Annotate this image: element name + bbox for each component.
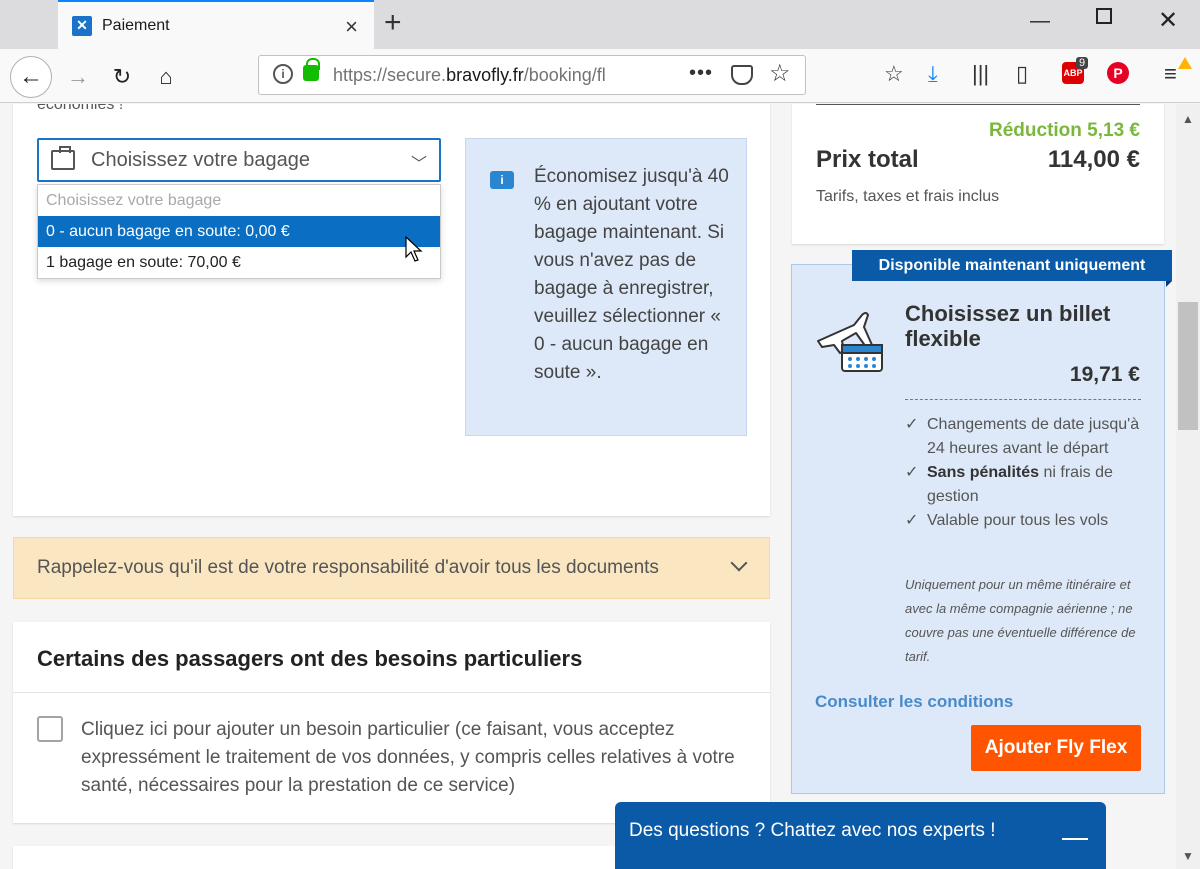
scroll-up-icon[interactable]: ▲ <box>1182 112 1194 126</box>
conditions-link[interactable]: Consulter les conditions <box>815 692 1013 712</box>
fly-flex-price: 19,71 € <box>1069 363 1140 386</box>
fly-flex-disclaimer: Uniquement pour un même itinéraire et av… <box>905 577 1136 664</box>
banner-fold <box>1166 281 1172 287</box>
total-note: Tarifs, taxes et frais inclus <box>816 188 1000 205</box>
hamburger-menu-icon[interactable]: ≡ <box>1164 61 1177 87</box>
page-scrollbar[interactable]: ▲ ▼ <box>1176 104 1200 869</box>
feature-item: ✓ Changements de date jusqu'à 24 heures a… <box>905 413 1145 461</box>
baggage-option[interactable]: 0 - aucun bagage en soute: 0,00 € <box>38 216 440 247</box>
tab-paiement[interactable]: ✕ Paiement × <box>58 0 374 49</box>
divider <box>905 399 1141 400</box>
home-icon[interactable]: ⌂ <box>148 59 184 95</box>
close-window-icon[interactable]: ✕ <box>1158 6 1178 35</box>
divider <box>816 104 1140 105</box>
add-fly-flex-button[interactable]: Ajouter Fly Flex <box>971 725 1141 771</box>
divider <box>13 692 770 693</box>
minimize-icon[interactable]: — <box>1030 10 1050 33</box>
tab-bar: ✕ Paiement × + — ✕ <box>0 0 1200 49</box>
url-bar[interactable]: i https://secure.bravofly.fr/booking/fl … <box>258 55 806 95</box>
mouse-cursor-icon <box>405 236 423 262</box>
update-warning-icon <box>1178 57 1192 69</box>
page-content: économies ! Choisissez votre bagage ﹀ Ch… <box>0 104 1176 869</box>
back-icon[interactable]: ← <box>10 56 52 98</box>
checkmark-icon: ✓ <box>905 464 919 481</box>
bookmarks-menu-icon[interactable]: ☆ <box>884 61 904 87</box>
pinterest-icon[interactable]: P <box>1107 62 1129 84</box>
tab-title: Paiement <box>102 16 170 34</box>
site-info-icon[interactable]: i <box>273 64 293 84</box>
suitcase-icon <box>51 146 75 170</box>
new-tab-icon[interactable]: + <box>384 8 402 38</box>
nav-bar: ← → ↻ ⌂ i https://secure.bravofly.fr/boo… <box>0 49 1200 103</box>
baggage-option[interactable]: Choisissez votre bagage <box>38 185 440 216</box>
documents-reminder[interactable]: Rappelez-vous qu'il est de votre respons… <box>13 537 770 599</box>
scroll-thumb[interactable] <box>1178 302 1198 430</box>
price-summary-card: Réduction 5,13 € Prix total 114,00 € Tar… <box>792 104 1164 244</box>
total-price: 114,00 € <box>1047 146 1140 173</box>
chat-text[interactable]: Des questions ? Chattez avec nos experts… <box>629 820 995 842</box>
fly-flex-features: ✓ Changements de date jusqu'à 24 heures a… <box>905 413 1145 533</box>
scroll-down-icon[interactable]: ▼ <box>1182 849 1194 863</box>
baggage-select[interactable]: Choisissez votre bagage ﹀ <box>37 138 441 182</box>
feature-item: ✓ Valable pour tous les vols <box>905 509 1145 533</box>
fly-flex-banner: Disponible maintenant uniquement <box>852 250 1172 281</box>
tab-close-icon[interactable]: × <box>345 14 358 40</box>
baggage-card: économies ! Choisissez votre bagage ﹀ Ch… <box>13 104 770 516</box>
reminder-text: Rappelez-vous qu'il est de votre respons… <box>37 557 659 578</box>
feature-item: ✓ Sans pénalités ni frais de gestion <box>905 461 1145 509</box>
savings-text: économies ! <box>37 104 124 113</box>
special-needs-card: Certains des passagers ont des besoins p… <box>13 622 770 823</box>
adblock-count-badge: 9 <box>1076 57 1089 69</box>
forward-icon[interactable]: → <box>60 59 96 95</box>
info-icon: i <box>490 171 514 189</box>
baggage-info-box: i Économisez jusqu'à 40 % en ajoutant vo… <box>465 138 747 436</box>
maximize-icon[interactable] <box>1096 8 1112 24</box>
fly-flex-title: Choisissez un billet flexible <box>905 301 1111 351</box>
minimize-chat-icon[interactable] <box>1062 838 1088 840</box>
baggage-info-text: Économisez jusqu'à 40 % en ajoutant votr… <box>534 166 729 383</box>
checkmark-icon: ✓ <box>905 416 919 433</box>
page-actions-icon[interactable]: ••• <box>689 62 713 85</box>
special-needs-text[interactable]: Cliquez ici pour ajouter un besoin parti… <box>81 716 741 800</box>
url-text[interactable]: https://secure.bravofly.fr/booking/fl <box>333 65 673 86</box>
fly-flex-card: Choisissez un billet flexible 19,71 € ✓ C… <box>791 264 1165 794</box>
sidebar-icon[interactable]: ▯ <box>1016 61 1028 87</box>
baggage-option[interactable]: 1 bagage en soute: 70,00 € <box>38 247 440 278</box>
reload-icon[interactable]: ↻ <box>104 59 140 95</box>
total-label: Prix total <box>816 146 919 173</box>
bravofly-favicon-icon: ✕ <box>72 15 92 36</box>
chevron-down-icon[interactable] <box>730 554 748 572</box>
pocket-icon[interactable] <box>731 65 753 85</box>
baggage-select-value: Choisissez votre bagage <box>91 148 311 171</box>
checkmark-icon: ✓ <box>905 512 919 529</box>
bookmark-star-icon[interactable]: ☆ <box>769 59 791 88</box>
lock-icon[interactable] <box>303 58 320 81</box>
baggage-dropdown: Choisissez votre bagage 0 - aucun bagage… <box>37 184 441 279</box>
reduction-amount: Réduction 5,13 € <box>989 120 1140 141</box>
plane-calendar-icon <box>817 312 883 372</box>
chat-widget[interactable]: Des questions ? Chattez avec nos experts… <box>615 802 1106 869</box>
chevron-down-icon: ﹀ <box>410 156 427 173</box>
special-needs-title: Certains des passagers ont des besoins p… <box>37 646 583 671</box>
special-needs-checkbox[interactable] <box>37 716 63 742</box>
library-icon[interactable]: ||| <box>972 61 989 87</box>
downloads-icon[interactable]: ⤓ <box>928 61 938 87</box>
